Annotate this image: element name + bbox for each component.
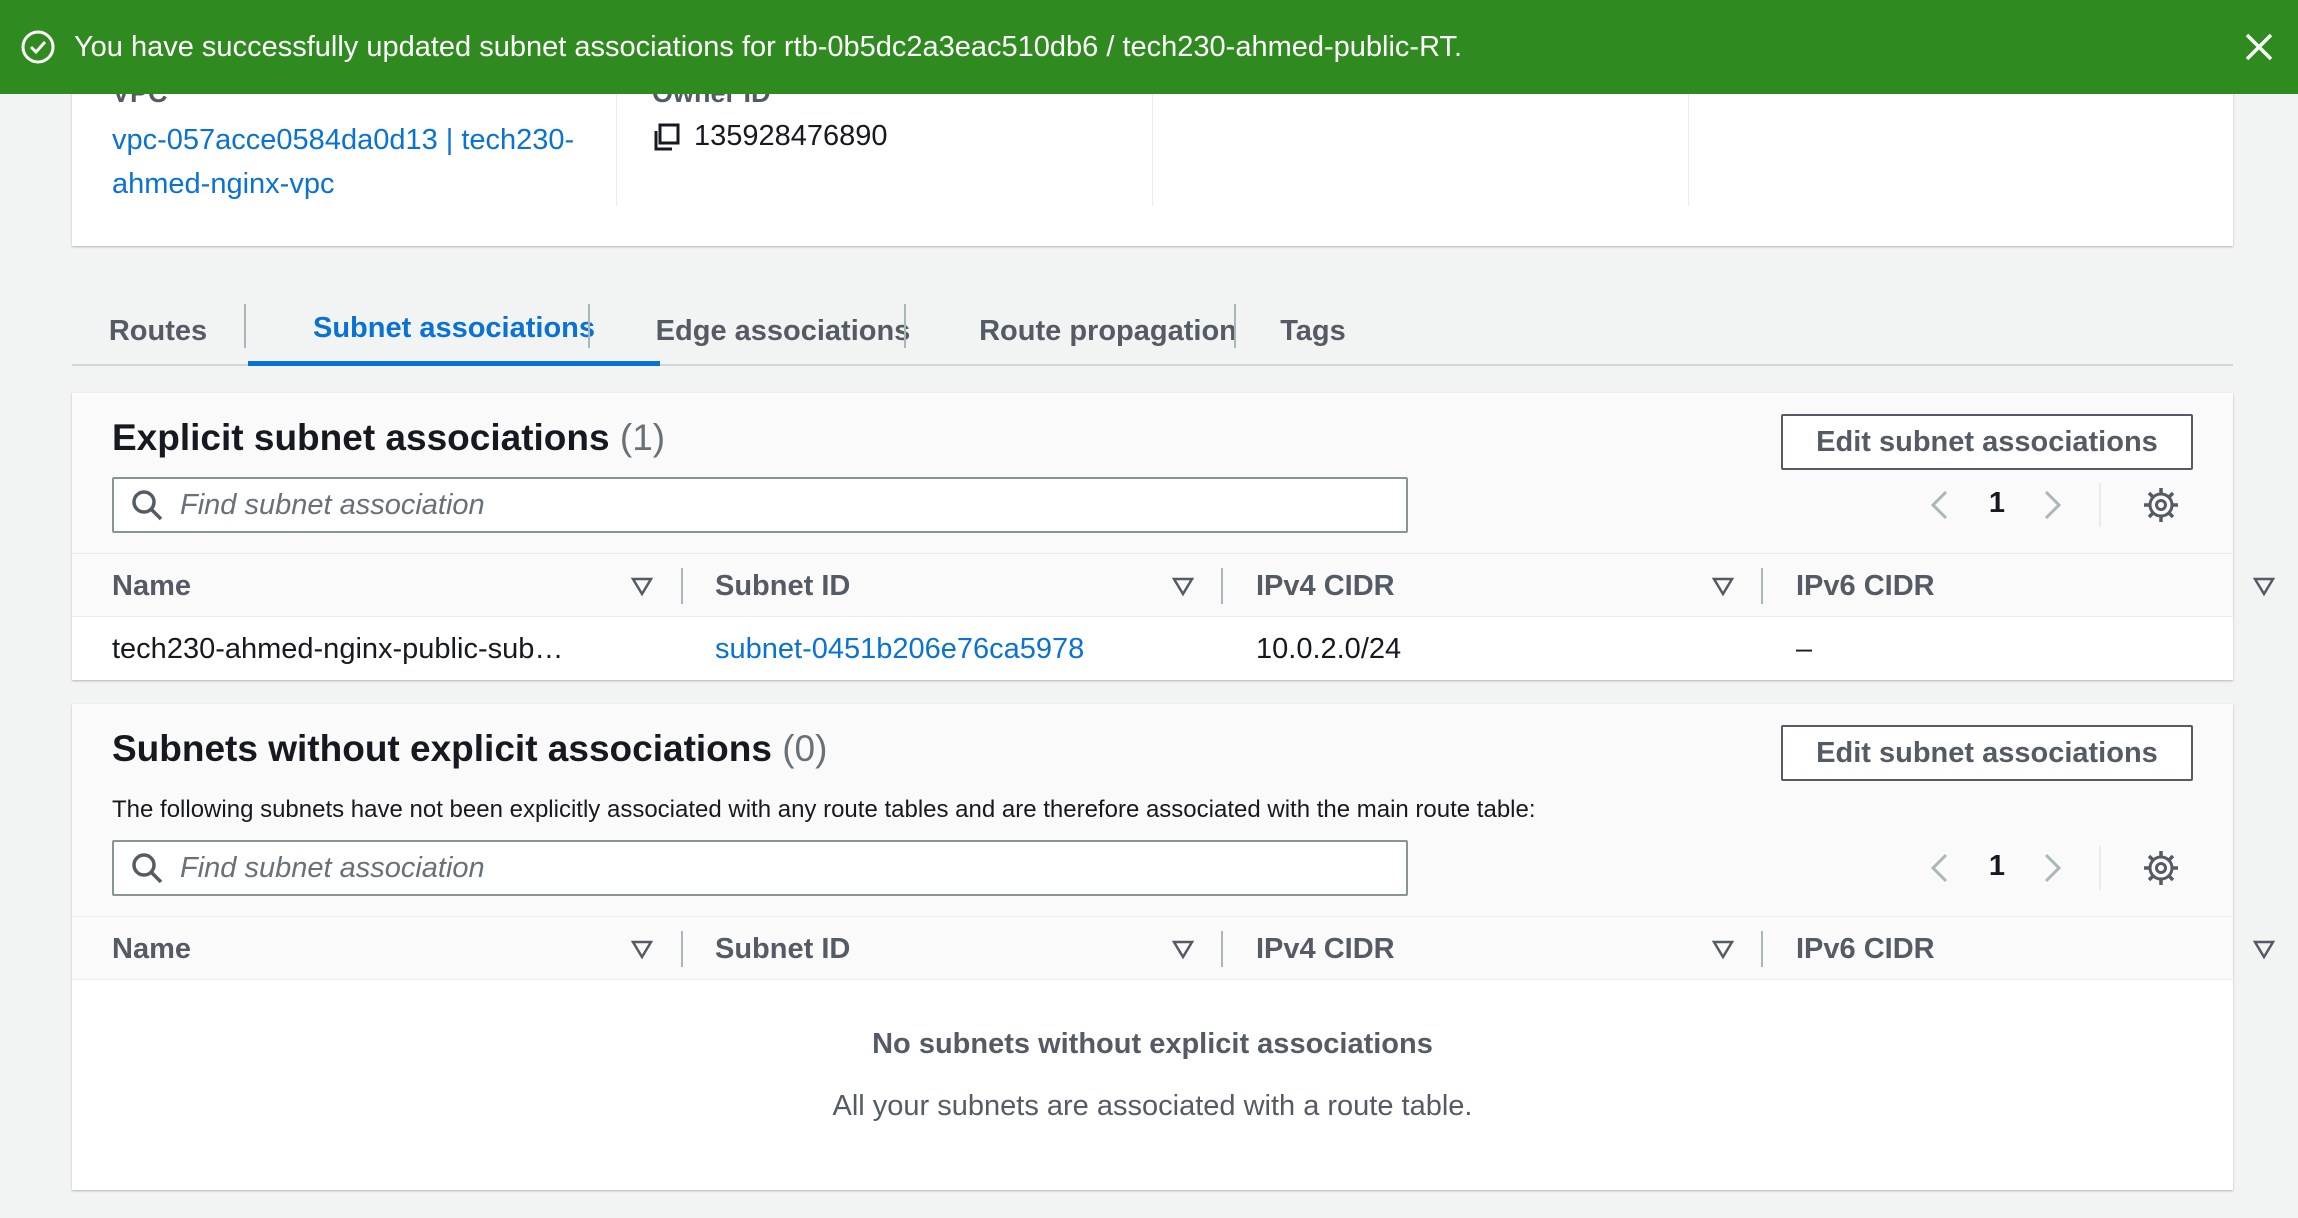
explicit-panel-title: Explicit subnet associations (1) <box>112 417 666 458</box>
implicit-panel-header: Subnets without explicit associations (0… <box>72 704 2233 916</box>
copy-icon[interactable] <box>652 123 680 151</box>
cell-name: tech230-ahmed-nginx-public-sub… <box>112 632 564 665</box>
explicit-search-field[interactable] <box>112 477 1408 533</box>
column-header-ipv4-cidr[interactable]: IPv4 CIDR <box>1184 917 1395 981</box>
explicit-associations-panel: Explicit subnet associations (1) Edit su… <box>72 393 2276 681</box>
gear-icon[interactable] <box>2141 848 2181 888</box>
page-number[interactable]: 1 <box>1979 850 2015 883</box>
explicit-table-header: Name Subnet ID IPv4 CIDR IPv6 CIDR <box>72 553 2276 618</box>
chevron-left-icon[interactable] <box>1923 850 1959 886</box>
implicit-search-field[interactable] <box>112 840 1408 896</box>
explicit-pagination: 1 <box>1923 477 2193 533</box>
cell-ipv6-cidr: – <box>1796 632 1813 665</box>
explicit-count: (1) <box>619 417 666 458</box>
check-circle-icon <box>21 30 55 64</box>
implicit-panel-description: The following subnets have not been expl… <box>112 796 1536 823</box>
column-header-subnet-id[interactable]: Subnet ID <box>643 554 850 618</box>
column-header-name[interactable]: Name <box>112 554 191 618</box>
subnet-id-link[interactable]: subnet-0451b206e76ca5978 <box>643 617 1084 681</box>
sort-icon[interactable] <box>2252 937 2276 961</box>
owner-id: 135928476890 <box>652 120 888 153</box>
owner-id-value: 135928476890 <box>694 120 888 152</box>
tab-tags[interactable]: Tags <box>1238 296 1388 366</box>
column-header-name[interactable]: Name <box>112 917 191 981</box>
sort-icon[interactable] <box>2252 574 2276 598</box>
flash-message: You have successfully updated subnet ass… <box>74 30 1463 63</box>
success-flash-bar: You have successfully updated subnet ass… <box>0 0 2298 94</box>
implicit-associations-panel: Subnets without explicit associations (0… <box>72 704 2276 1190</box>
column-header-ipv6-cidr[interactable]: IPv6 CIDR <box>1724 917 1935 981</box>
vpc-link[interactable]: vpc-057acce0584da0d13 | tech230-ahmed-ng… <box>112 118 612 206</box>
detail-tabs: Routes Subnet associations Edge associat… <box>72 296 2233 366</box>
chevron-right-icon[interactable] <box>2033 850 2069 886</box>
tab-routes[interactable]: Routes <box>72 296 244 366</box>
explicit-search-input[interactable] <box>180 488 1380 522</box>
edit-subnet-associations-button[interactable]: Edit subnet associations <box>1781 414 2193 470</box>
chevron-right-icon[interactable] <box>2033 487 2069 523</box>
empty-state-description: All your subnets are associated with a r… <box>832 1090 1473 1122</box>
table-row[interactable]: tech230-ahmed-nginx-public-sub… subnet-0… <box>72 617 2233 681</box>
implicit-panel-title: Subnets without explicit associations (0… <box>112 728 828 769</box>
empty-state-title: No subnets without explicit associations <box>872 1028 1433 1060</box>
implicit-pagination: 1 <box>1923 840 2193 896</box>
search-icon <box>132 490 163 521</box>
gear-icon[interactable] <box>2141 485 2181 525</box>
implicit-search-input[interactable] <box>180 851 1380 885</box>
chevron-left-icon[interactable] <box>1923 487 1959 523</box>
search-icon <box>132 853 163 884</box>
implicit-table-header: Name Subnet ID IPv4 CIDR IPv6 CIDR <box>72 916 2276 981</box>
cell-ipv4-cidr: 10.0.2.0/24 <box>1256 632 1402 665</box>
column-header-ipv4-cidr[interactable]: IPv4 CIDR <box>1184 554 1395 618</box>
column-header-subnet-id[interactable]: Subnet ID <box>643 917 850 981</box>
column-header-ipv6-cidr[interactable]: IPv6 CIDR <box>1724 554 1935 618</box>
close-icon[interactable] <box>2240 28 2278 66</box>
explicit-panel-header: Explicit subnet associations (1) Edit su… <box>72 393 2233 553</box>
edit-subnet-associations-button[interactable]: Edit subnet associations <box>1781 725 2193 781</box>
page-number[interactable]: 1 <box>1979 487 2015 520</box>
implicit-count: (0) <box>782 728 828 769</box>
